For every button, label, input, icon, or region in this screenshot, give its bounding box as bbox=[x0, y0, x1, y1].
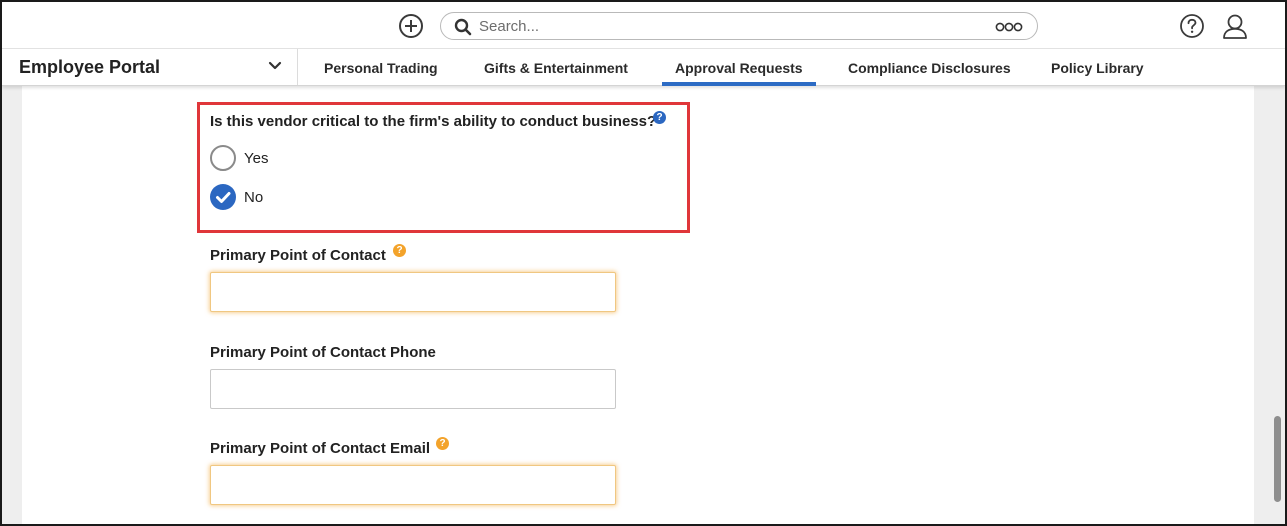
portal-selector[interactable]: Employee Portal bbox=[2, 49, 298, 85]
vendor-critical-question-label: Is this vendor critical to the firm's ab… bbox=[210, 113, 657, 130]
required-info-icon[interactable]: ? bbox=[393, 244, 406, 257]
question-help-icon[interactable]: ? bbox=[653, 111, 666, 124]
help-icon bbox=[1180, 14, 1204, 38]
help-button[interactable] bbox=[1179, 13, 1205, 39]
contact-phone-field-label: Primary Point of Contact Phone bbox=[210, 344, 436, 361]
portal-title: Employee Portal bbox=[19, 57, 161, 77]
tab-policy-library[interactable]: Policy Library bbox=[1051, 49, 1144, 85]
chevron-down-icon bbox=[268, 61, 282, 70]
top-bar bbox=[2, 2, 1285, 49]
radio-yes[interactable] bbox=[210, 145, 236, 171]
more-options-icon[interactable] bbox=[995, 21, 1023, 33]
main-navigation: Employee Portal Personal Trading Gifts &… bbox=[2, 49, 1285, 86]
tab-compliance-disclosures[interactable]: Compliance Disclosures bbox=[848, 49, 1011, 85]
add-new-button[interactable] bbox=[398, 13, 424, 39]
app-window: Employee Portal Personal Trading Gifts &… bbox=[0, 0, 1287, 526]
user-icon bbox=[1223, 14, 1247, 39]
contact-email-field-label: Primary Point of Contact Email bbox=[210, 440, 431, 457]
vertical-scrollbar[interactable] bbox=[1274, 416, 1281, 502]
required-info-icon[interactable]: ? bbox=[436, 437, 449, 450]
contact-field-label: Primary Point of Contact bbox=[210, 247, 386, 264]
search-bar[interactable] bbox=[440, 12, 1038, 40]
checkmark-icon bbox=[216, 192, 231, 203]
tab-gifts-entertainment[interactable]: Gifts & Entertainment bbox=[484, 49, 628, 85]
search-input[interactable] bbox=[479, 16, 959, 36]
user-profile-button[interactable] bbox=[1221, 12, 1249, 40]
search-icon bbox=[454, 18, 472, 36]
radio-yes-label[interactable]: Yes bbox=[244, 150, 268, 167]
tab-approval-requests[interactable]: Approval Requests bbox=[662, 49, 816, 86]
plus-circle-icon bbox=[399, 14, 423, 38]
contact-field[interactable] bbox=[210, 272, 616, 312]
tab-personal-trading[interactable]: Personal Trading bbox=[324, 49, 438, 85]
contact-phone-field[interactable] bbox=[210, 369, 616, 409]
contact-email-field[interactable] bbox=[210, 465, 616, 505]
radio-no[interactable] bbox=[210, 184, 236, 210]
radio-no-label[interactable]: No bbox=[244, 189, 263, 206]
